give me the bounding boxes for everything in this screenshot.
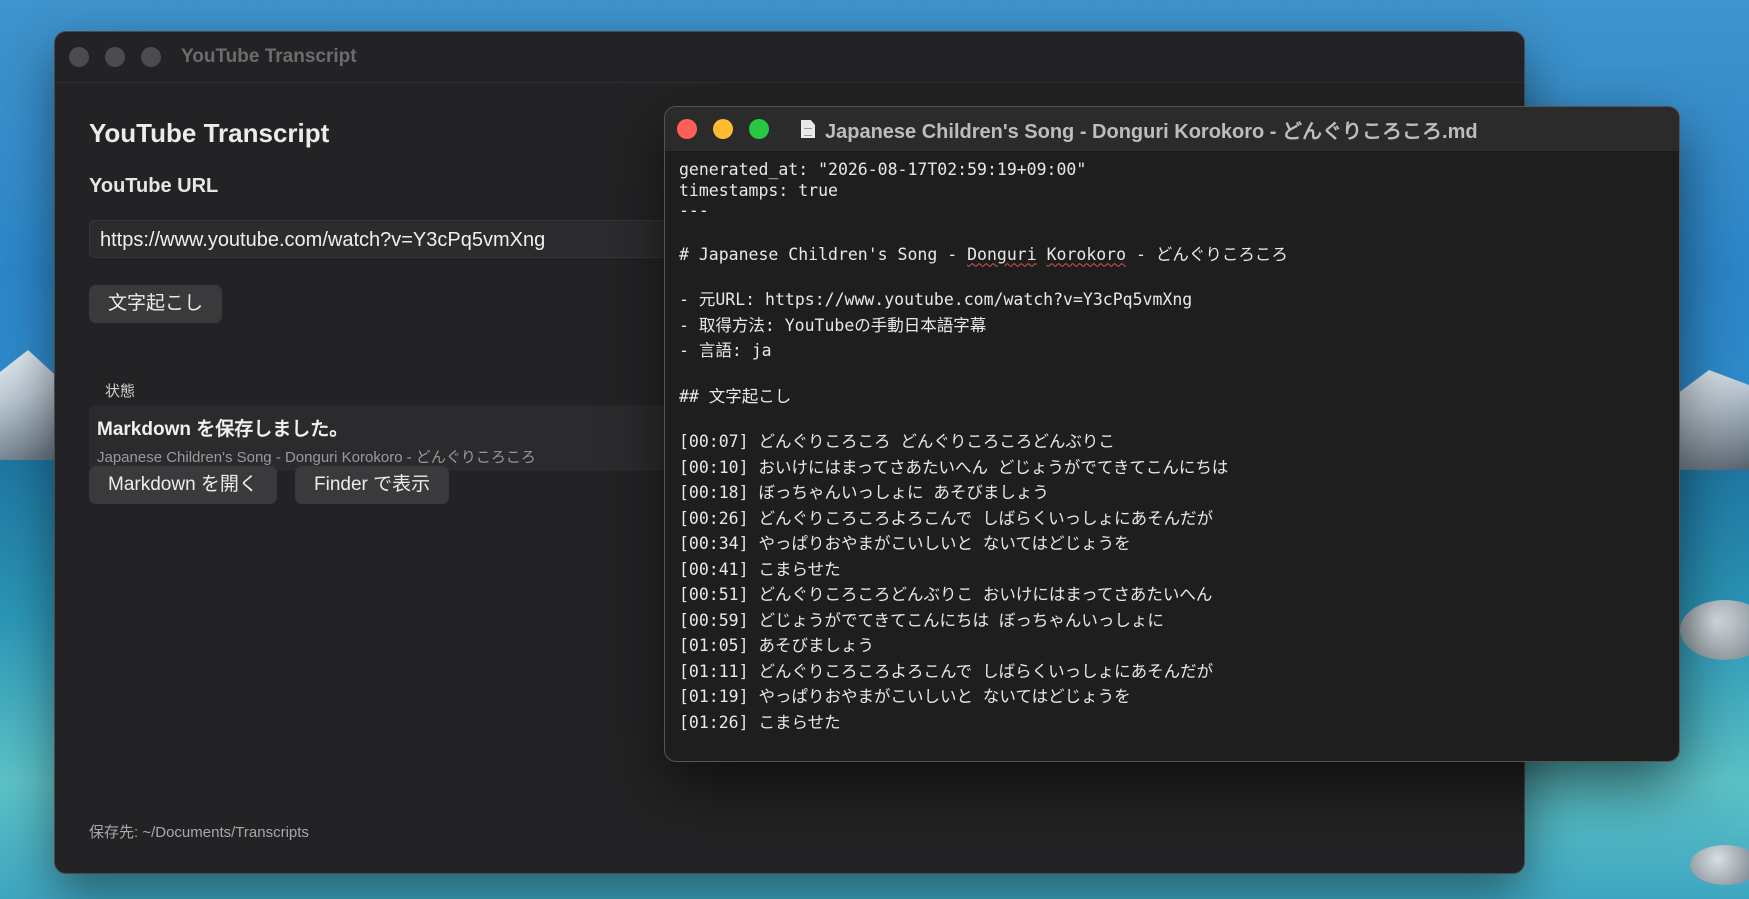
section-heading: ## 文字起こし — [679, 386, 792, 406]
transcript-line: [00:10] おいけにはまってさあたいへん どじょうがでてきてこんにちは — [679, 457, 1229, 477]
meta-line: - 言語: ja — [679, 341, 772, 360]
status-message: Markdown を保存しました。 — [97, 419, 349, 440]
transcript-line: [00:07] どんぐりころころ どんぐりころころどんぶりこ — [679, 432, 1115, 451]
show-in-finder-button[interactable]: Finder で表示 — [295, 466, 450, 504]
transcript-line: [00:41] こまらせた — [679, 559, 841, 579]
editor-text-area[interactable]: generated_at: "2026-08-17T02:59:19+09:00… — [665, 152, 1679, 735]
transcript-line: [01:05] あそびましょう — [679, 636, 874, 655]
window-title: YouTube Transcript — [181, 46, 357, 67]
zoom-button[interactable] — [141, 47, 161, 67]
frontmatter-line: --- — [679, 201, 709, 220]
frontmatter-line: generated_at: "2026-08-17T02:59:19+09:00… — [679, 160, 1087, 179]
transcript-list: [00:07] どんぐりころころ どんぐりころころどんぶりこ [00:10] おい… — [679, 429, 1679, 735]
transcript-line: [00:34] やっぱりおやまがこいしいと ないてはどじょうを — [679, 534, 1131, 553]
document-heading: # Japanese Children's Song - Donguri Kor… — [679, 242, 1679, 268]
editor-window-title: Japanese Children's Song - Donguri Korok… — [825, 120, 1478, 143]
save-path: 保存先: ~/Documents/Transcripts — [89, 824, 309, 841]
close-button[interactable] — [677, 119, 697, 139]
status-panel: Markdown を保存しました。 Japanese Children's So… — [89, 405, 729, 471]
open-markdown-button[interactable]: Markdown を開く — [89, 466, 277, 504]
minimize-button[interactable] — [105, 47, 125, 67]
url-input[interactable]: https://www.youtube.com/watch?v=Y3cPq5vm… — [89, 220, 729, 258]
window-titlebar[interactable]: YouTube Transcript — [55, 32, 1524, 83]
status-label: 状態 — [105, 383, 136, 400]
zoom-button[interactable] — [749, 119, 769, 139]
close-button[interactable] — [69, 47, 89, 67]
url-label: YouTube URL — [89, 175, 219, 197]
transcript-line: [01:11] どんぐりころころよろこんで しばらくいっしょにあそんだが — [679, 661, 1214, 681]
editor-titlebar[interactable]: Japanese Children's Song - Donguri Korok… — [665, 107, 1679, 152]
misspelled-word: Donguri — [967, 244, 1037, 264]
transcribe-button[interactable]: 文字起こし — [89, 285, 223, 323]
meta-line: - 元URL: https://www.youtube.com/watch?v=… — [679, 290, 1193, 309]
transcript-line: [00:26] どんぐりころころよろこんで しばらくいっしょにあそんだが — [679, 508, 1214, 528]
transcript-line: [00:59] どじょうがでてきてこんにちは ぼっちゃんいっしょに — [679, 610, 1164, 630]
transcript-line: [00:18] ぼっちゃんいっしょに あそびましょう — [679, 483, 1049, 502]
document-icon — [801, 120, 815, 138]
heading-prefix: # Japanese Children's Song - — [679, 244, 968, 264]
meta-line: - 取得方法: YouTubeの手動日本語字幕 — [679, 315, 987, 335]
transcript-line: [01:26] こまらせた — [679, 712, 841, 732]
page-title: YouTube Transcript — [89, 118, 330, 148]
markdown-editor-window: Japanese Children's Song - Donguri Korok… — [664, 106, 1680, 762]
transcript-line: [00:51] どんぐりころころどんぶりこ おいけにはまってさあたいへん — [679, 585, 1213, 604]
status-detail: Japanese Children's Song - Donguri Korok… — [97, 449, 536, 466]
heading-suffix: - どんぐりころころ — [1126, 244, 1288, 264]
transcript-line: [01:19] やっぱりおやまがこいしいと ないてはどじょうを — [679, 687, 1131, 706]
wallpaper-mountain-right — [1669, 370, 1749, 470]
misspelled-word: Korokoro — [1046, 244, 1127, 264]
minimize-button[interactable] — [713, 119, 733, 139]
frontmatter-line: timestamps: true — [679, 180, 838, 200]
